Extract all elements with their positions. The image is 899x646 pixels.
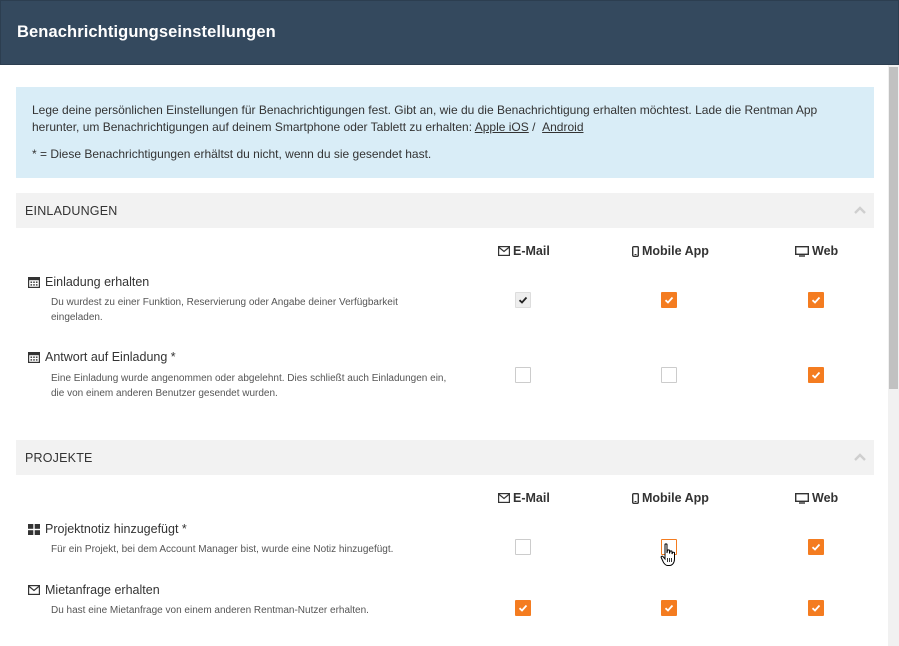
row-title-text: Projektnotiz hinzugefügt * [45, 522, 187, 536]
check-icon [664, 604, 674, 612]
checkbox-mietanfrage-web[interactable] [808, 600, 824, 616]
row-description: Eine Einladung wurde angenommen oder abg… [51, 373, 447, 399]
page-title: Benachrichtigungseinstellungen [17, 23, 276, 41]
checkbox-antwort-mobile[interactable] [661, 367, 677, 383]
mobile-phone-icon [632, 245, 639, 257]
chevron-up-icon[interactable] [854, 204, 866, 216]
column-header-web: Web [795, 491, 838, 505]
column-header-mobile: Mobile App [632, 244, 709, 258]
info-note: * = Diese Benachrichtigungen erhältst du… [32, 147, 432, 161]
checkbox-einladung-erhalten-web[interactable] [808, 292, 824, 308]
checkbox-mietanfrage-email[interactable] [515, 600, 531, 616]
row-description: Du wurdest zu einer Funktion, Reservieru… [51, 297, 398, 323]
checkbox-projektnotiz-web[interactable] [808, 539, 824, 555]
check-icon [811, 371, 821, 379]
check-icon [518, 296, 528, 304]
column-header-web: Web [795, 244, 838, 258]
dialog-header: Benachrichtigungseinstellungen [0, 0, 899, 65]
hand-pointer-cursor-icon [660, 543, 675, 566]
envelope-icon [28, 585, 40, 595]
row-description: Du hast eine Mietanfrage von einem ander… [51, 605, 369, 616]
row-title-antwort-auf-einladung: Antwort auf Einladung * [28, 350, 176, 364]
checkbox-antwort-web[interactable] [808, 367, 824, 383]
link-separator: / [532, 120, 536, 134]
info-text-body: Lege deine persönlichen Einstellungen fü… [32, 103, 818, 134]
android-link[interactable]: Android [542, 120, 583, 134]
section-header-einladungen[interactable]: EINLADUNGEN [16, 193, 874, 228]
scrollbar-thumb[interactable] [889, 67, 898, 389]
column-label-mobile: Mobile App [642, 491, 709, 505]
column-label-email: E-Mail [513, 244, 550, 258]
envelope-icon [498, 493, 510, 503]
row-title-projektnotiz: Projektnotiz hinzugefügt * [28, 522, 187, 536]
section-title: PROJEKTE [25, 451, 93, 465]
calendar-icon [28, 352, 40, 363]
desktop-monitor-icon [795, 492, 809, 504]
checkbox-einladung-erhalten-mobile[interactable] [661, 292, 677, 308]
vertical-scrollbar[interactable] [888, 65, 899, 646]
envelope-icon [498, 246, 510, 256]
column-label-email: E-Mail [513, 491, 550, 505]
chevron-up-icon[interactable] [854, 451, 866, 463]
check-icon [811, 296, 821, 304]
column-label-web: Web [812, 491, 839, 505]
section-title: EINLADUNGEN [25, 204, 118, 218]
check-icon [518, 604, 528, 612]
check-icon [811, 604, 821, 612]
check-icon [664, 296, 674, 304]
row-description: Für ein Projekt, bei dem Account Manager… [51, 544, 394, 555]
checkbox-projektnotiz-email[interactable] [515, 539, 531, 555]
row-title-text: Einladung erhalten [45, 275, 150, 289]
desktop-monitor-icon [795, 245, 809, 257]
checkbox-antwort-email[interactable] [515, 367, 531, 383]
apple-ios-link[interactable]: Apple iOS [475, 120, 529, 134]
row-title-text: Antwort auf Einladung * [45, 350, 176, 364]
info-box: Lege deine persönlichen Einstellungen fü… [16, 87, 874, 178]
column-header-mobile: Mobile App [632, 491, 709, 505]
checkbox-einladung-erhalten-email[interactable] [515, 292, 531, 308]
column-label-web: Web [812, 244, 839, 258]
grid-icon [28, 523, 40, 535]
column-label-mobile: Mobile App [642, 244, 709, 258]
info-text: Lege deine persönlichen Einstellungen fü… [32, 102, 858, 136]
row-title-text: Mietanfrage erhalten [45, 583, 160, 597]
column-header-email: E-Mail [498, 244, 550, 258]
calendar-icon [28, 277, 40, 288]
checkbox-mietanfrage-mobile[interactable] [661, 600, 677, 616]
check-icon [811, 543, 821, 551]
mobile-phone-icon [632, 492, 639, 504]
row-title-mietanfrage: Mietanfrage erhalten [28, 583, 160, 597]
row-title-einladung-erhalten: Einladung erhalten [28, 275, 149, 289]
column-header-email: E-Mail [498, 491, 550, 505]
section-header-projekte[interactable]: PROJEKTE [16, 440, 874, 475]
dialog-content: Lege deine persönlichen Einstellungen fü… [0, 65, 888, 646]
